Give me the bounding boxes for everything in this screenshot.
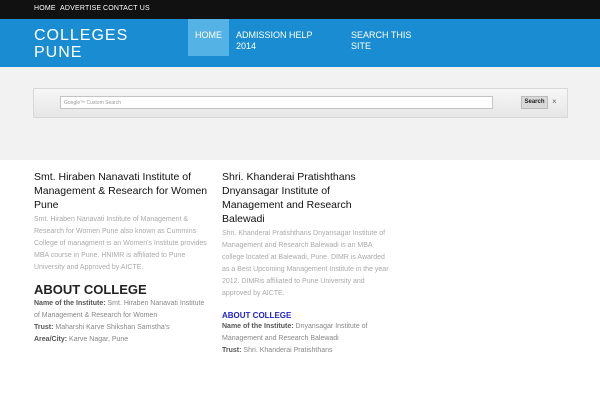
- info-label: Name of the Institute:: [34, 300, 106, 307]
- post-excerpt: Smt. Hiraben Nanavati Institute of Manag…: [34, 216, 207, 271]
- search-button[interactable]: Search: [521, 96, 548, 109]
- logo-line-2: PUNE: [34, 44, 83, 61]
- info-value: Shri. Khanderai Pratishthans: [243, 347, 333, 354]
- site-logo[interactable]: COLLEGES PUNE: [34, 27, 128, 61]
- post-title[interactable]: Shri. Khanderai Pratishthans Dnyansagar …: [222, 170, 394, 226]
- search-band: Google™ Custom Search Search ×: [33, 88, 568, 118]
- clear-icon[interactable]: ×: [552, 97, 557, 106]
- info-trust: Trust: Shri. Khanderai Pratishthans: [222, 345, 394, 357]
- top-link-advertise[interactable]: ADVERTISE: [60, 5, 101, 12]
- main-content: Smt. Hiraben Nanavati Institute of Manag…: [0, 160, 600, 400]
- nav-search-site[interactable]: SEARCH THIS SITE: [351, 19, 421, 56]
- about-heading: ABOUT COLLEGE: [222, 311, 292, 320]
- top-link-contact[interactable]: CONTACT US: [103, 5, 150, 12]
- nav-home[interactable]: HOME: [188, 19, 229, 56]
- info-trust: Trust: Maharshi Karve Shikshan Samstha's: [34, 322, 209, 334]
- info-name: Name of the Institute: Smt. Hiraben Nana…: [34, 298, 209, 322]
- search-input[interactable]: Google™ Custom Search: [60, 96, 493, 109]
- top-bar: HOME ADVERTISE CONTACT US: [0, 0, 600, 19]
- info-name: Name of the Institute: Dnyansagar Instit…: [222, 321, 394, 345]
- about-heading: ABOUT COLLEGE: [34, 282, 147, 297]
- info-value: Maharshi Karve Shikshan Samstha's: [55, 324, 170, 331]
- info-label: Name of the Institute:: [222, 323, 294, 330]
- post-card: Smt. Hiraben Nanavati Institute of Manag…: [34, 170, 209, 346]
- logo-line-1: COLLEGES: [34, 27, 129, 44]
- info-label: Trust:: [34, 324, 54, 331]
- top-link-home[interactable]: HOME: [34, 5, 56, 12]
- info-value: Karve Nagar, Pune: [69, 336, 129, 343]
- post-excerpt: Shri. Khanderai Pratishthans Dnyansagar …: [222, 230, 389, 297]
- info-label: Trust:: [222, 347, 242, 354]
- nav-admission-help[interactable]: ADMISSION HELP 2014: [236, 19, 326, 56]
- post-title[interactable]: Smt. Hiraben Nanavati Institute of Manag…: [34, 170, 209, 212]
- info-area: Area/City: Karve Nagar, Pune: [34, 334, 209, 346]
- site-header: COLLEGES PUNE HOME ADMISSION HELP 2014 S…: [0, 19, 600, 67]
- info-label: Area/City:: [34, 336, 68, 343]
- post-card: Shri. Khanderai Pratishthans Dnyansagar …: [222, 170, 394, 357]
